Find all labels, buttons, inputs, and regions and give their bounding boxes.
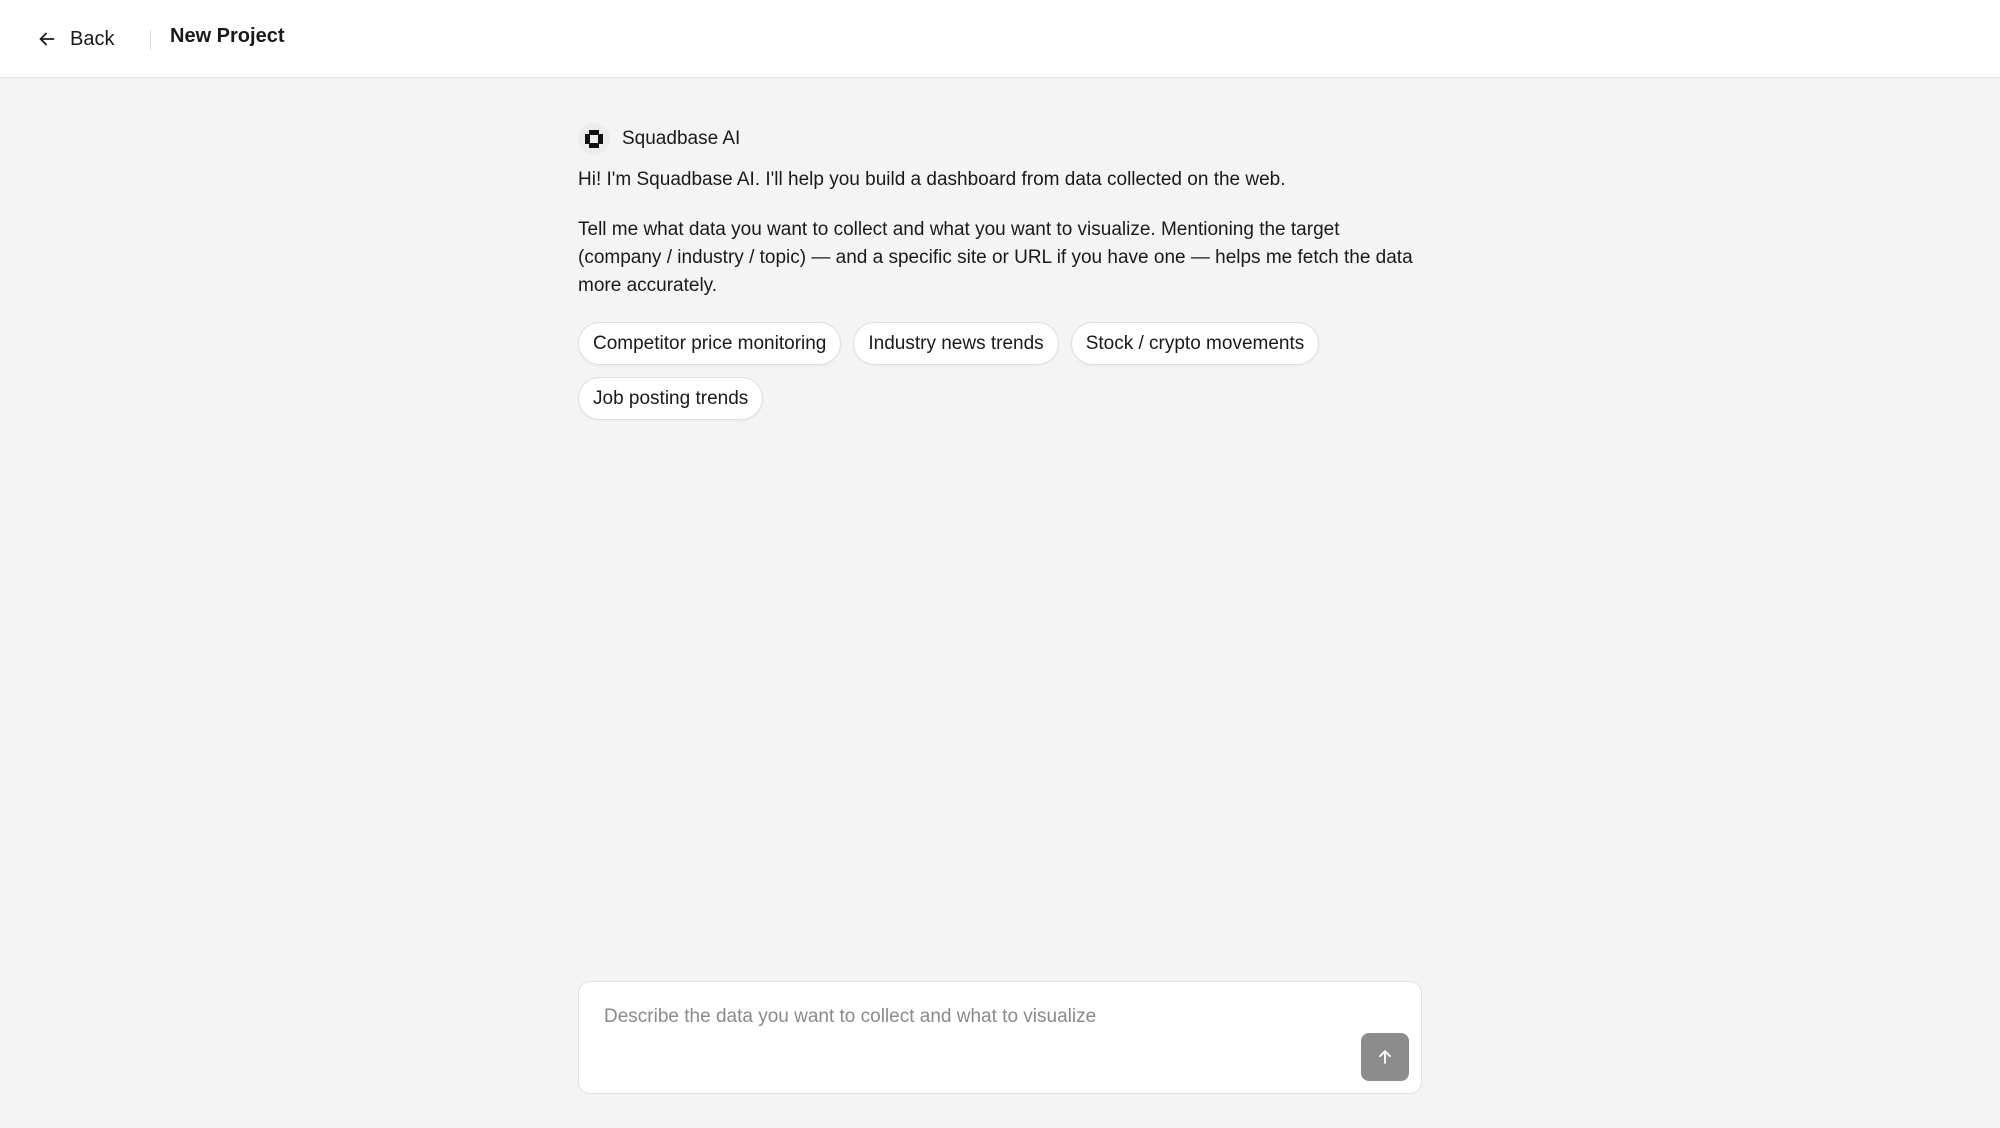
avatar [578, 123, 610, 155]
suggestion-chip-stock-crypto[interactable]: Stock / crypto movements [1070, 322, 1320, 365]
prompt-input[interactable] [604, 1006, 1364, 1046]
assistant-name: Squadbase AI [622, 128, 741, 149]
arrow-left-icon [39, 32, 55, 46]
back-button[interactable]: Back [36, 24, 114, 54]
arrow-up-icon [1379, 1050, 1391, 1064]
suggestion-chip-competitor-price[interactable]: Competitor price monitoring [578, 322, 842, 365]
back-label: Back [70, 27, 115, 50]
assistant-message-instructions: Tell me what data you want to collect an… [578, 219, 1413, 296]
assistant-message-greeting: Hi! I'm Squadbase AI. I'll help you buil… [578, 169, 1286, 190]
message-composer [578, 981, 1422, 1094]
send-button[interactable] [1361, 1033, 1409, 1081]
header-divider [150, 30, 151, 50]
assistant-header: Squadbase AI [578, 122, 1422, 156]
top-bar: Back New Project [0, 0, 2000, 78]
suggestion-chips: Competitor price monitoring Industry new… [578, 322, 1422, 420]
squadbase-logo-icon [585, 130, 603, 148]
chat-thread: Squadbase AI Hi! I'm Squadbase AI. I'll … [578, 122, 1422, 420]
page-title: New Project [170, 25, 285, 47]
suggestion-chip-job-posting[interactable]: Job posting trends [578, 377, 764, 420]
suggestion-chip-industry-news[interactable]: Industry news trends [853, 322, 1059, 365]
